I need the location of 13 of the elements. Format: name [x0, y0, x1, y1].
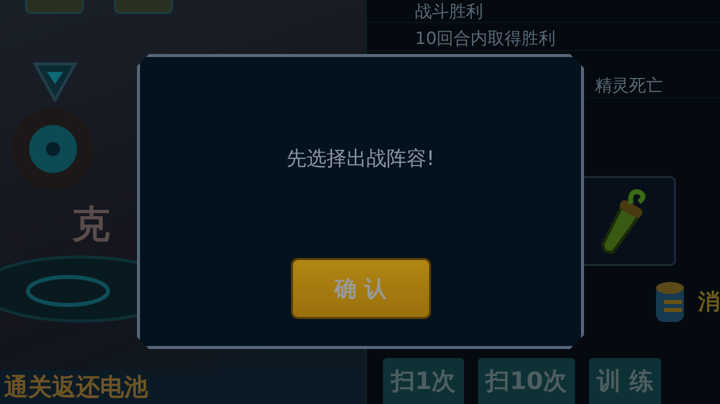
action-button[interactable]: 扫10次: [478, 358, 576, 404]
footer-text: 通关返还电池: [4, 372, 148, 403]
shield-icon: [33, 62, 77, 102]
disc-icon: [10, 106, 96, 192]
emblem-title: 克: [72, 202, 110, 246]
objective-text: 战斗胜利: [415, 0, 483, 22]
objective-text: 10回合内取得胜利: [415, 28, 556, 50]
confirm-button[interactable]: 确 认: [290, 258, 430, 319]
action-button[interactable]: 训 练: [589, 358, 662, 404]
action-button[interactable]: 扫1次: [383, 358, 464, 404]
dialog-message: 先选择出战阵容!: [286, 145, 435, 172]
objective-text: 精灵死亡: [595, 75, 663, 97]
cost-label: 消: [698, 289, 720, 317]
